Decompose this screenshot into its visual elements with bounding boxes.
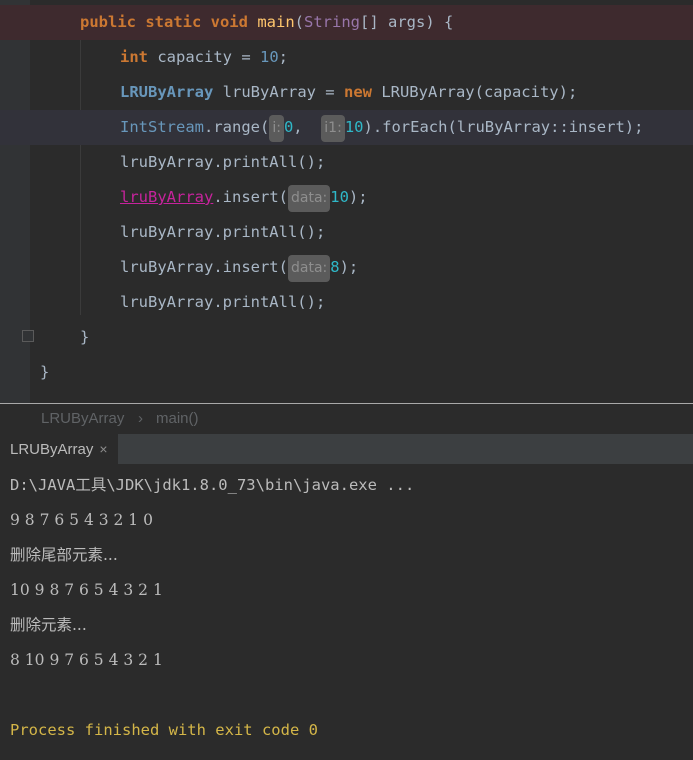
console-line: D:\JAVA工具\JDK\jdk1.8.0_73\bin\java.exe .…: [10, 476, 415, 494]
code-line-2[interactable]: int capacity = 10;: [0, 40, 693, 75]
code-text: );: [348, 188, 368, 206]
error-identifier: lruByArray: [120, 188, 214, 206]
keyword: new: [343, 83, 372, 101]
code-text: LRUByArray(capacity);: [371, 83, 578, 101]
code-text: [] args) {: [360, 13, 454, 31]
param-hint: data:: [287, 255, 331, 282]
console-line: 删除元素...: [10, 616, 87, 634]
run-tab[interactable]: LRUByArray ×: [0, 434, 118, 466]
code-text: ).forEach(lruByArray::insert);: [363, 118, 644, 136]
class-name: IntStream: [120, 118, 204, 136]
method-name: main: [257, 13, 295, 31]
code-line-5[interactable]: lruByArray.printAll();: [0, 145, 693, 180]
console-line: 9 8 7 6 5 4 3 2 1 0: [10, 511, 153, 529]
param-hint: data:: [287, 185, 331, 212]
code-line-6[interactable]: lruByArray.insert(data: 10);: [0, 180, 693, 215]
param-hint: i1:: [321, 115, 345, 142]
code-line-8[interactable]: lruByArray.insert(data: 8);: [0, 250, 693, 285]
number-literal: 10: [344, 118, 364, 136]
code-line-7[interactable]: lruByArray.printAll();: [0, 215, 693, 250]
console-line: 8 10 9 7 6 5 4 3 2 1: [10, 651, 163, 669]
run-tab-label: LRUByArray: [10, 441, 94, 458]
code-text: );: [339, 258, 359, 276]
run-console-output[interactable]: D:\JAVA工具\JDK\jdk1.8.0_73\bin\java.exe .…: [0, 466, 693, 760]
code-text: lruByArray.printAll();: [120, 293, 326, 311]
code-text: (: [294, 13, 304, 31]
code-line-3[interactable]: LRUByArray lruByArray = new LRUByArray(c…: [0, 75, 693, 110]
code-text: }: [80, 328, 90, 346]
close-icon[interactable]: ×: [99, 441, 107, 457]
code-line-1[interactable]: public static void main(String[] args) {: [0, 5, 693, 40]
code-text: }: [40, 363, 50, 381]
code-text: ;: [278, 48, 288, 66]
run-tab-bar: LRUByArray ×: [0, 434, 693, 466]
number-literal: 10: [259, 48, 279, 66]
code-text: .range(: [204, 118, 270, 136]
code-text: .insert(: [213, 188, 288, 206]
code-text: lruByArray.printAll();: [120, 223, 326, 241]
code-text: ,: [293, 118, 312, 136]
code-line-4[interactable]: IntStream.range(i: 0, i1: 10).forEach(lruB…: [0, 110, 693, 145]
number-literal: 0: [283, 118, 294, 136]
type-name: String: [304, 13, 360, 31]
code-text: capacity =: [148, 48, 260, 66]
code-text: lruByArray.insert(: [120, 258, 288, 276]
console-line: 删除尾部元素...: [10, 546, 118, 564]
code-editor[interactable]: public static void main(String[] args) {…: [0, 0, 693, 403]
param-hint: i:: [269, 115, 284, 142]
code-line-10[interactable]: }: [0, 320, 693, 355]
code-line-11[interactable]: }: [0, 355, 693, 390]
class-name: LRUByArray: [120, 83, 214, 101]
code-text: lruByArray =: [213, 83, 344, 101]
keyword: public static void: [80, 13, 248, 31]
keyword: int: [120, 48, 148, 66]
console-line: 10 9 8 7 6 5 4 3 2 1: [10, 581, 163, 599]
number-literal: 10: [330, 188, 349, 206]
breadcrumb-class[interactable]: LRUByArray: [41, 404, 124, 434]
breadcrumb-separator-icon: ›: [138, 410, 143, 427]
breadcrumb: LRUByArray › main(): [0, 404, 693, 434]
code-line-9[interactable]: lruByArray.printAll();: [0, 285, 693, 320]
breadcrumb-method[interactable]: main(): [156, 404, 199, 434]
code-text: lruByArray.printAll();: [120, 153, 326, 171]
exit-message: Process finished with exit code 0: [10, 721, 318, 739]
number-literal: 8: [330, 258, 340, 276]
